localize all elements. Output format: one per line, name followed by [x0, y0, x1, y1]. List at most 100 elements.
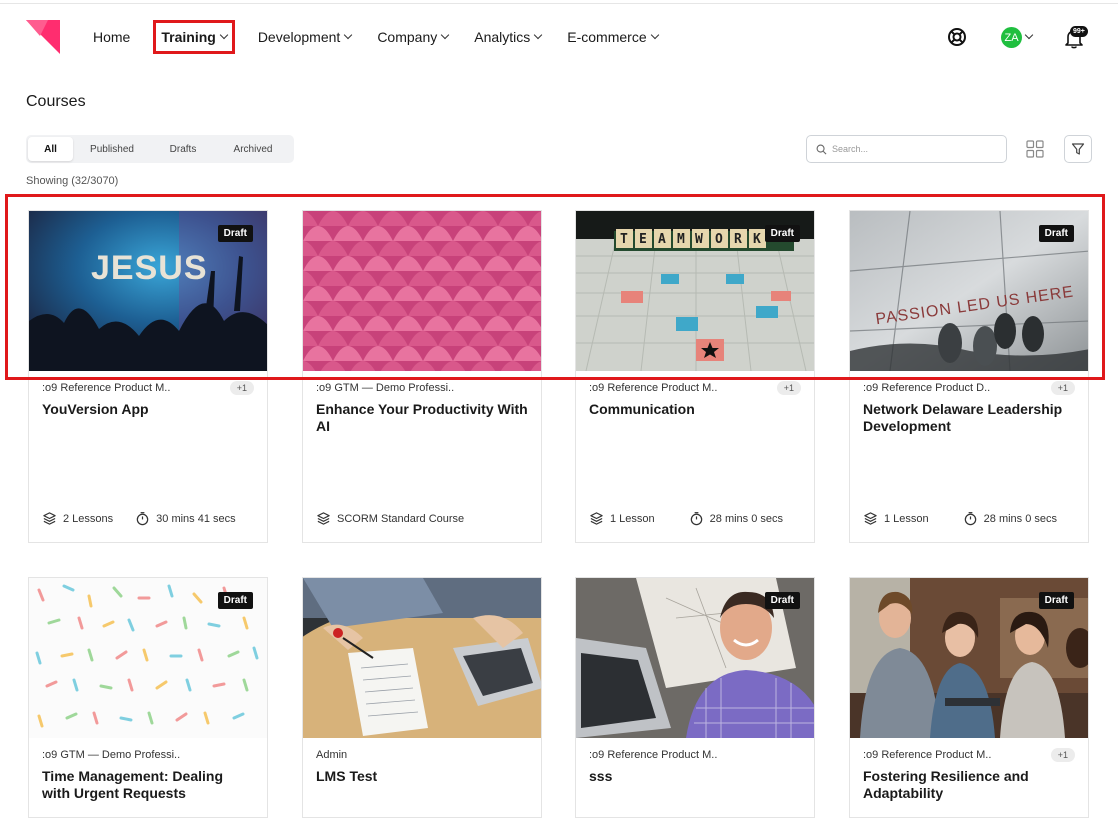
- duration: 30 mins 41 secs: [135, 511, 236, 526]
- nav-company[interactable]: Company: [364, 22, 461, 52]
- course-card[interactable]: :o9 GTM — Demo Professi.. Enhance Your P…: [302, 210, 542, 543]
- course-card[interactable]: T E A M W O R K Draft :o9 Reference Prod…: [575, 210, 815, 543]
- lesson-count: 1 Lesson: [589, 511, 655, 526]
- card-meta: :o9 Reference Product M.. +1: [850, 744, 1088, 766]
- page-title: Courses: [26, 93, 86, 110]
- chevron-down-icon: [219, 30, 229, 40]
- duration-label: 28 mins 0 secs: [709, 512, 784, 525]
- extra-tags-pill[interactable]: +1: [1050, 381, 1075, 395]
- nav-analytics[interactable]: Analytics: [461, 22, 554, 52]
- card-meta: :o9 Reference Product D.. +1: [850, 377, 1088, 399]
- layers-icon: [43, 512, 56, 525]
- nav-training[interactable]: Training: [153, 20, 235, 54]
- card-footer: SCORM Standard Course: [316, 511, 528, 526]
- chevron-down-icon[interactable]: [1024, 30, 1034, 40]
- draft-badge: Draft: [1038, 225, 1074, 242]
- duration-label: 30 mins 41 secs: [156, 512, 236, 525]
- lesson-count-label: 1 Lesson: [610, 512, 655, 525]
- svg-text:K: K: [753, 232, 761, 247]
- logo-icon[interactable]: [26, 20, 60, 54]
- course-type-label: SCORM Standard Course: [337, 512, 465, 525]
- card-title[interactable]: Enhance Your Productivity With AI: [303, 401, 541, 461]
- nav-development[interactable]: Development: [245, 22, 365, 52]
- course-thumbnail: PASSION LED US HERE Draft: [850, 211, 1088, 371]
- svg-text:O: O: [715, 232, 723, 247]
- nav-home-label: Home: [93, 29, 131, 45]
- draft-badge: Draft: [764, 592, 800, 609]
- card-meta: :o9 Reference Product M.. +1: [576, 377, 814, 399]
- course-thumbnail: Draft: [576, 578, 814, 738]
- course-thumbnail: Draft: [850, 578, 1088, 738]
- card-footer: 1 Lesson 28 mins 0 secs: [863, 511, 1075, 526]
- nav-analytics-label: Analytics: [474, 29, 531, 45]
- card-title[interactable]: LMS Test: [303, 768, 541, 817]
- svg-text:E: E: [639, 232, 647, 247]
- lesson-count: 2 Lessons: [42, 511, 113, 526]
- stopwatch-icon: [136, 512, 149, 526]
- lesson-count: 1 Lesson: [863, 511, 929, 526]
- card-title[interactable]: Communication: [576, 401, 814, 461]
- course-type: SCORM Standard Course: [316, 511, 464, 526]
- svg-text:JESUS: JESUS: [91, 249, 208, 287]
- card-title[interactable]: sss: [576, 768, 814, 817]
- card-title[interactable]: Network Delaware Leadership Development: [850, 401, 1088, 461]
- pink-scales-image: [303, 211, 541, 371]
- chevron-down-icon: [440, 30, 450, 40]
- nav-ecommerce-label: E-commerce: [567, 29, 647, 45]
- card-title[interactable]: Fostering Resilience and Adaptability: [850, 768, 1088, 817]
- card-tag: :o9 Reference Product D..: [863, 382, 991, 394]
- tab-drafts[interactable]: Drafts: [151, 137, 215, 161]
- course-card[interactable]: Draft :o9 GTM — Demo Professi.. Time Man…: [28, 577, 268, 818]
- search-icon: [816, 144, 827, 154]
- stopwatch-icon: [690, 512, 702, 526]
- course-thumbnail: T E A M W O R K Draft: [576, 211, 814, 371]
- draft-badge: Draft: [217, 592, 253, 609]
- duration-label: 28 mins 0 secs: [983, 512, 1058, 525]
- nav-training-label: Training: [161, 29, 216, 45]
- chevron-down-icon: [534, 30, 543, 40]
- card-meta: :o9 GTM — Demo Professi..: [303, 377, 541, 399]
- card-meta: :o9 Reference Product M..: [576, 744, 814, 766]
- card-footer: 1 Lesson 28 mins 0 secs: [589, 511, 801, 526]
- extra-tags-pill[interactable]: +1: [229, 381, 254, 395]
- search-input[interactable]: [832, 144, 1002, 154]
- extra-tags-pill[interactable]: +1: [1050, 748, 1075, 762]
- draft-badge: Draft: [1038, 592, 1074, 609]
- main-nav: Home Training Development Company Analyt…: [80, 20, 671, 54]
- card-meta: :o9 Reference Product M.. +1: [29, 377, 267, 399]
- duration: 28 mins 0 secs: [963, 511, 1057, 526]
- card-tag: Admin: [316, 749, 348, 761]
- card-title[interactable]: Time Management: Dealing with Urgent Req…: [29, 768, 267, 817]
- tab-published[interactable]: Published: [73, 137, 151, 161]
- search-box: [806, 135, 1007, 163]
- course-thumbnail: JESUS Draft: [29, 211, 267, 371]
- grid-view-icon[interactable]: [1025, 139, 1045, 159]
- lesson-count-label: 2 Lessons: [63, 512, 114, 525]
- filter-button[interactable]: [1064, 135, 1092, 163]
- course-thumbnail: [303, 578, 541, 738]
- card-tag: :o9 Reference Product M..: [589, 382, 718, 394]
- course-card[interactable]: PASSION LED US HERE Draft :o9 Reference …: [849, 210, 1089, 543]
- svg-text:A: A: [658, 232, 666, 247]
- extra-tags-pill[interactable]: +1: [776, 381, 801, 395]
- course-card[interactable]: Draft :o9 Reference Product M.. sss: [575, 577, 815, 818]
- card-tag: :o9 GTM — Demo Professi..: [316, 382, 455, 394]
- chevron-down-icon: [344, 30, 353, 40]
- tab-archived[interactable]: Archived: [215, 137, 291, 161]
- avatar[interactable]: ZA: [1001, 27, 1022, 48]
- card-title[interactable]: YouVersion App: [29, 401, 267, 461]
- course-thumbnail: [303, 211, 541, 371]
- svg-text:T: T: [620, 232, 628, 247]
- course-card[interactable]: Draft :o9 Reference Product M.. +1 Foste…: [849, 577, 1089, 818]
- course-card[interactable]: JESUS Draft :o9 Reference Product M.. +1…: [28, 210, 268, 543]
- card-tag: :o9 Reference Product M..: [589, 749, 718, 761]
- nav-ecommerce[interactable]: E-commerce: [554, 22, 670, 52]
- svg-text:M: M: [677, 232, 685, 247]
- course-card[interactable]: Admin LMS Test: [302, 577, 542, 818]
- lifebuoy-icon[interactable]: [947, 27, 967, 47]
- card-meta: Admin: [303, 744, 541, 766]
- avatar-initials: ZA: [1004, 31, 1019, 44]
- nav-home[interactable]: Home: [80, 22, 143, 52]
- tab-all[interactable]: All: [28, 137, 73, 161]
- card-meta: :o9 GTM — Demo Professi..: [29, 744, 267, 766]
